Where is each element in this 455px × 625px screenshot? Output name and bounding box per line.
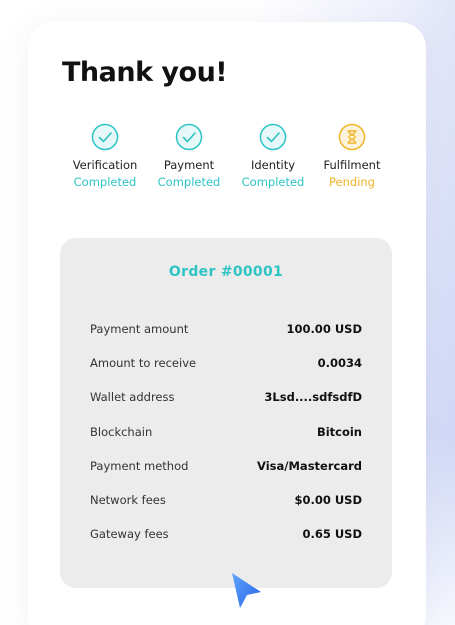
step-status: Completed xyxy=(73,175,137,189)
step-name: Payment xyxy=(163,158,215,172)
order-number: Order #00001 xyxy=(168,264,284,280)
step-verification: Verification Completed xyxy=(60,122,150,189)
row-value: 3Lsd....sdfsdfD xyxy=(264,390,362,404)
step-status: Completed xyxy=(241,175,305,189)
hourglass-icon xyxy=(337,122,367,152)
row-value: Visa/Mastercard xyxy=(257,459,362,473)
row-value: 100.00 USD xyxy=(286,322,362,336)
order-row-blockchain: Blockchain Bitcoin xyxy=(90,423,362,441)
order-row-network-fees: Network fees $0.00 USD xyxy=(90,491,362,509)
order-row-payment-method: Payment method Visa/Mastercard xyxy=(90,457,362,475)
progress-steps: Verification Completed Payment Completed… xyxy=(62,122,392,202)
step-status: Completed xyxy=(157,175,221,189)
step-payment: Payment Completed xyxy=(144,122,234,189)
row-label: Network fees xyxy=(90,493,166,507)
order-row-wallet-address: Wallet address 3Lsd....sdfsdfD xyxy=(90,388,362,406)
order-row-payment-amount: Payment amount 100.00 USD xyxy=(90,320,362,338)
step-identity: Identity Completed xyxy=(228,122,318,189)
step-status: Pending xyxy=(329,175,375,189)
row-value: Bitcoin xyxy=(316,425,362,439)
row-value: 0.0034 xyxy=(317,356,362,370)
cursor-arrow-icon xyxy=(228,570,264,612)
row-label: Payment amount xyxy=(90,322,189,336)
row-value: $0.00 USD xyxy=(294,493,362,507)
row-label: Payment method xyxy=(90,459,189,473)
check-circle-icon xyxy=(90,122,120,152)
row-value: 0.65 USD xyxy=(302,527,362,541)
page-title: Thank you! xyxy=(62,57,228,88)
row-label: Blockchain xyxy=(90,425,153,439)
row-label: Wallet address xyxy=(90,390,175,404)
check-circle-icon xyxy=(258,122,288,152)
order-row-amount-to-receive: Amount to receive 0.0034 xyxy=(90,354,362,372)
check-circle-icon xyxy=(174,122,204,152)
step-name: Identity xyxy=(250,158,296,172)
row-label: Gateway fees xyxy=(90,527,169,541)
order-row-gateway-fees: Gateway fees 0.65 USD xyxy=(90,525,362,543)
order-summary-panel: Order #00001 Payment amount 100.00 USD A… xyxy=(60,238,392,588)
step-fulfilment: Fulfilment Pending xyxy=(307,122,397,189)
step-name: Verification xyxy=(72,158,138,172)
row-label: Amount to receive xyxy=(90,356,197,370)
step-name: Fulfilment xyxy=(323,158,381,172)
